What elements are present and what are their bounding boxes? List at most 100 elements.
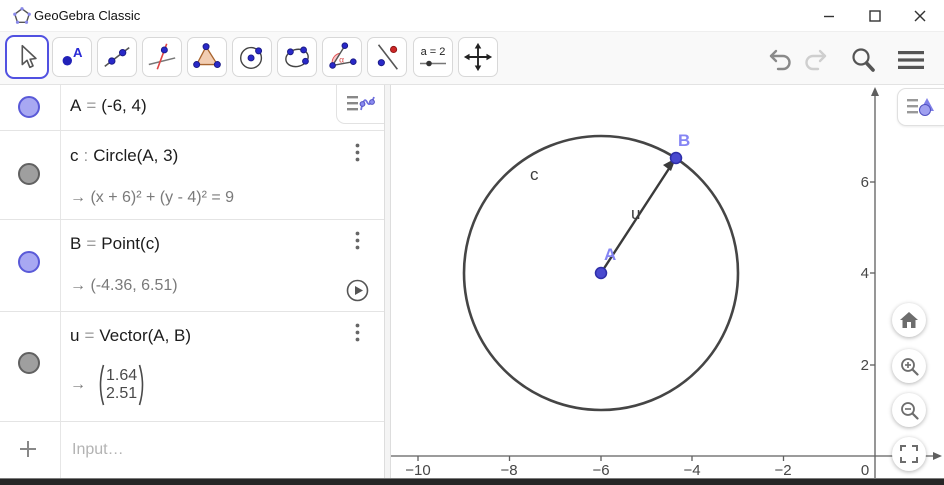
minimize-icon (824, 15, 834, 18)
window-bottom-edge (0, 478, 944, 485)
plus-icon (20, 441, 36, 457)
tool-circle-with-center[interactable] (232, 37, 272, 77)
object-label: A (70, 96, 82, 115)
output-arrow: → (70, 376, 86, 393)
tool-conic-through-points[interactable] (277, 37, 317, 77)
zoom-out-icon (900, 401, 919, 420)
object-label: c (70, 146, 79, 165)
point-B[interactable] (669, 151, 683, 165)
tool-angle[interactable]: α (322, 37, 362, 77)
graphics-view[interactable]: c u A B −10 −8 −6 −4 −2 0 6 4 2 (391, 85, 944, 478)
angle-icon-label: α (339, 55, 344, 65)
search-button[interactable] (847, 46, 879, 74)
slider-icon-label: a = 2 (421, 46, 446, 58)
panel-divider[interactable] (384, 85, 391, 478)
algebra-entry-B: B = Point(c) (70, 234, 160, 254)
algebra-output-c: → (x + 6)² + (y - 4)² = 9 (70, 189, 235, 206)
cursor-icon (21, 44, 37, 69)
tool-perpendicular-line[interactable] (142, 37, 182, 77)
algebra-view: A = (-6, 4) c: Circle(A, 3) → (x + 6)² +… (0, 85, 384, 478)
algebra-row-B[interactable]: B = Point(c) → (-4.36, 6.51) (0, 220, 384, 312)
relation-sign: : (83, 146, 89, 165)
close-button[interactable] (903, 1, 937, 31)
slider-icon: a = 2 (420, 46, 446, 67)
redo-icon (805, 49, 827, 71)
graphics-style-button[interactable] (897, 88, 944, 126)
window-title: GeoGebra Classic (34, 8, 141, 23)
algebra-output-u: → 1.64 2.51 (70, 363, 147, 407)
algebra-entry-A: A = (-6, 4) (70, 96, 147, 116)
row-menu-button-c[interactable] (348, 141, 366, 163)
home-icon (900, 311, 918, 328)
row-menu-button-B[interactable] (348, 229, 366, 251)
zoom-in-button[interactable] (892, 349, 926, 383)
relation-sign: = (86, 96, 97, 115)
point-label-A: A (604, 245, 617, 264)
geogebra-window: GeoGebra Classic A α a = 2 A = (-6, 4) c… (0, 0, 944, 485)
x-tick-label: −6 (592, 462, 610, 478)
close-icon (914, 10, 926, 22)
relation-sign: = (84, 326, 95, 345)
zoom-out-button[interactable] (892, 393, 926, 427)
object-definition: (-6, 4) (101, 96, 147, 115)
line-icon (104, 46, 130, 68)
minimize-button[interactable] (812, 1, 846, 31)
point-A[interactable] (594, 266, 608, 280)
menu-icon (898, 51, 924, 69)
origin-label: 0 (860, 462, 870, 478)
perpendicular-line-icon (148, 43, 176, 70)
fullscreen-button[interactable] (892, 437, 926, 471)
vector-y: 2.51 (106, 385, 138, 402)
tool-move-graphics-view[interactable] (458, 37, 498, 77)
point-icon-label: A (73, 45, 83, 60)
x-tick-label: −2 (774, 462, 792, 478)
tool-point[interactable]: A (52, 37, 92, 77)
row-menu-button-u[interactable] (348, 321, 366, 343)
vector-x: 1.64 (106, 367, 138, 384)
x-tick-label: −4 (683, 462, 701, 478)
animate-play-button[interactable] (346, 279, 369, 302)
tool-reflect-about-line[interactable] (367, 37, 407, 77)
undo-icon (769, 49, 791, 71)
object-definition: Circle(A, 3) (93, 146, 179, 165)
zoom-in-icon (900, 357, 919, 376)
reflect-icon (377, 44, 398, 70)
tool-line[interactable] (97, 37, 137, 77)
x-axis-arrow (933, 452, 942, 460)
y-tick-label: 4 (860, 265, 869, 282)
tool-move[interactable] (5, 35, 49, 79)
circle-label-c: c (530, 165, 539, 184)
algebra-row-u[interactable]: u = Vector(A, B) → 1.64 2.51 (0, 312, 384, 422)
fullscreen-icon (900, 445, 918, 463)
tool-slider[interactable]: a = 2 (413, 37, 453, 77)
polygon-icon (193, 43, 221, 69)
visibility-toggle-c[interactable] (18, 163, 40, 185)
algebra-style-icon (346, 96, 375, 111)
algebra-output-B: → (-4.36, 6.51) (70, 277, 178, 294)
home-button[interactable] (892, 303, 926, 337)
algebra-entry-c: c: Circle(A, 3) (70, 146, 178, 166)
visibility-toggle-A[interactable] (18, 96, 40, 118)
algebra-row-A[interactable]: A = (-6, 4) (0, 85, 384, 131)
redo-button[interactable] (799, 46, 831, 74)
menu-button[interactable] (895, 46, 927, 74)
algebra-input[interactable] (70, 435, 360, 465)
tool-polygon[interactable] (187, 37, 227, 77)
conic-icon (285, 46, 309, 68)
algebra-entry-u: u = Vector(A, B) (70, 326, 191, 346)
algebra-style-button[interactable] (336, 85, 384, 124)
y-tick-label: 2 (860, 357, 869, 374)
angle-icon: α (329, 42, 357, 69)
kebab-menu-icon (355, 231, 359, 249)
relation-sign: = (86, 234, 97, 253)
y-axis-arrow (871, 87, 879, 96)
visibility-toggle-u[interactable] (18, 352, 40, 374)
object-definition: Vector(A, B) (99, 326, 192, 345)
algebra-row-c[interactable]: c: Circle(A, 3) → (x + 6)² + (y - 4)² = 9 (0, 131, 384, 220)
visibility-toggle-B[interactable] (18, 251, 40, 273)
toolbar: A α a = 2 (0, 32, 944, 85)
algebra-input-row (0, 422, 384, 478)
search-icon (852, 48, 875, 72)
undo-button[interactable] (765, 46, 797, 74)
maximize-button[interactable] (858, 1, 892, 31)
